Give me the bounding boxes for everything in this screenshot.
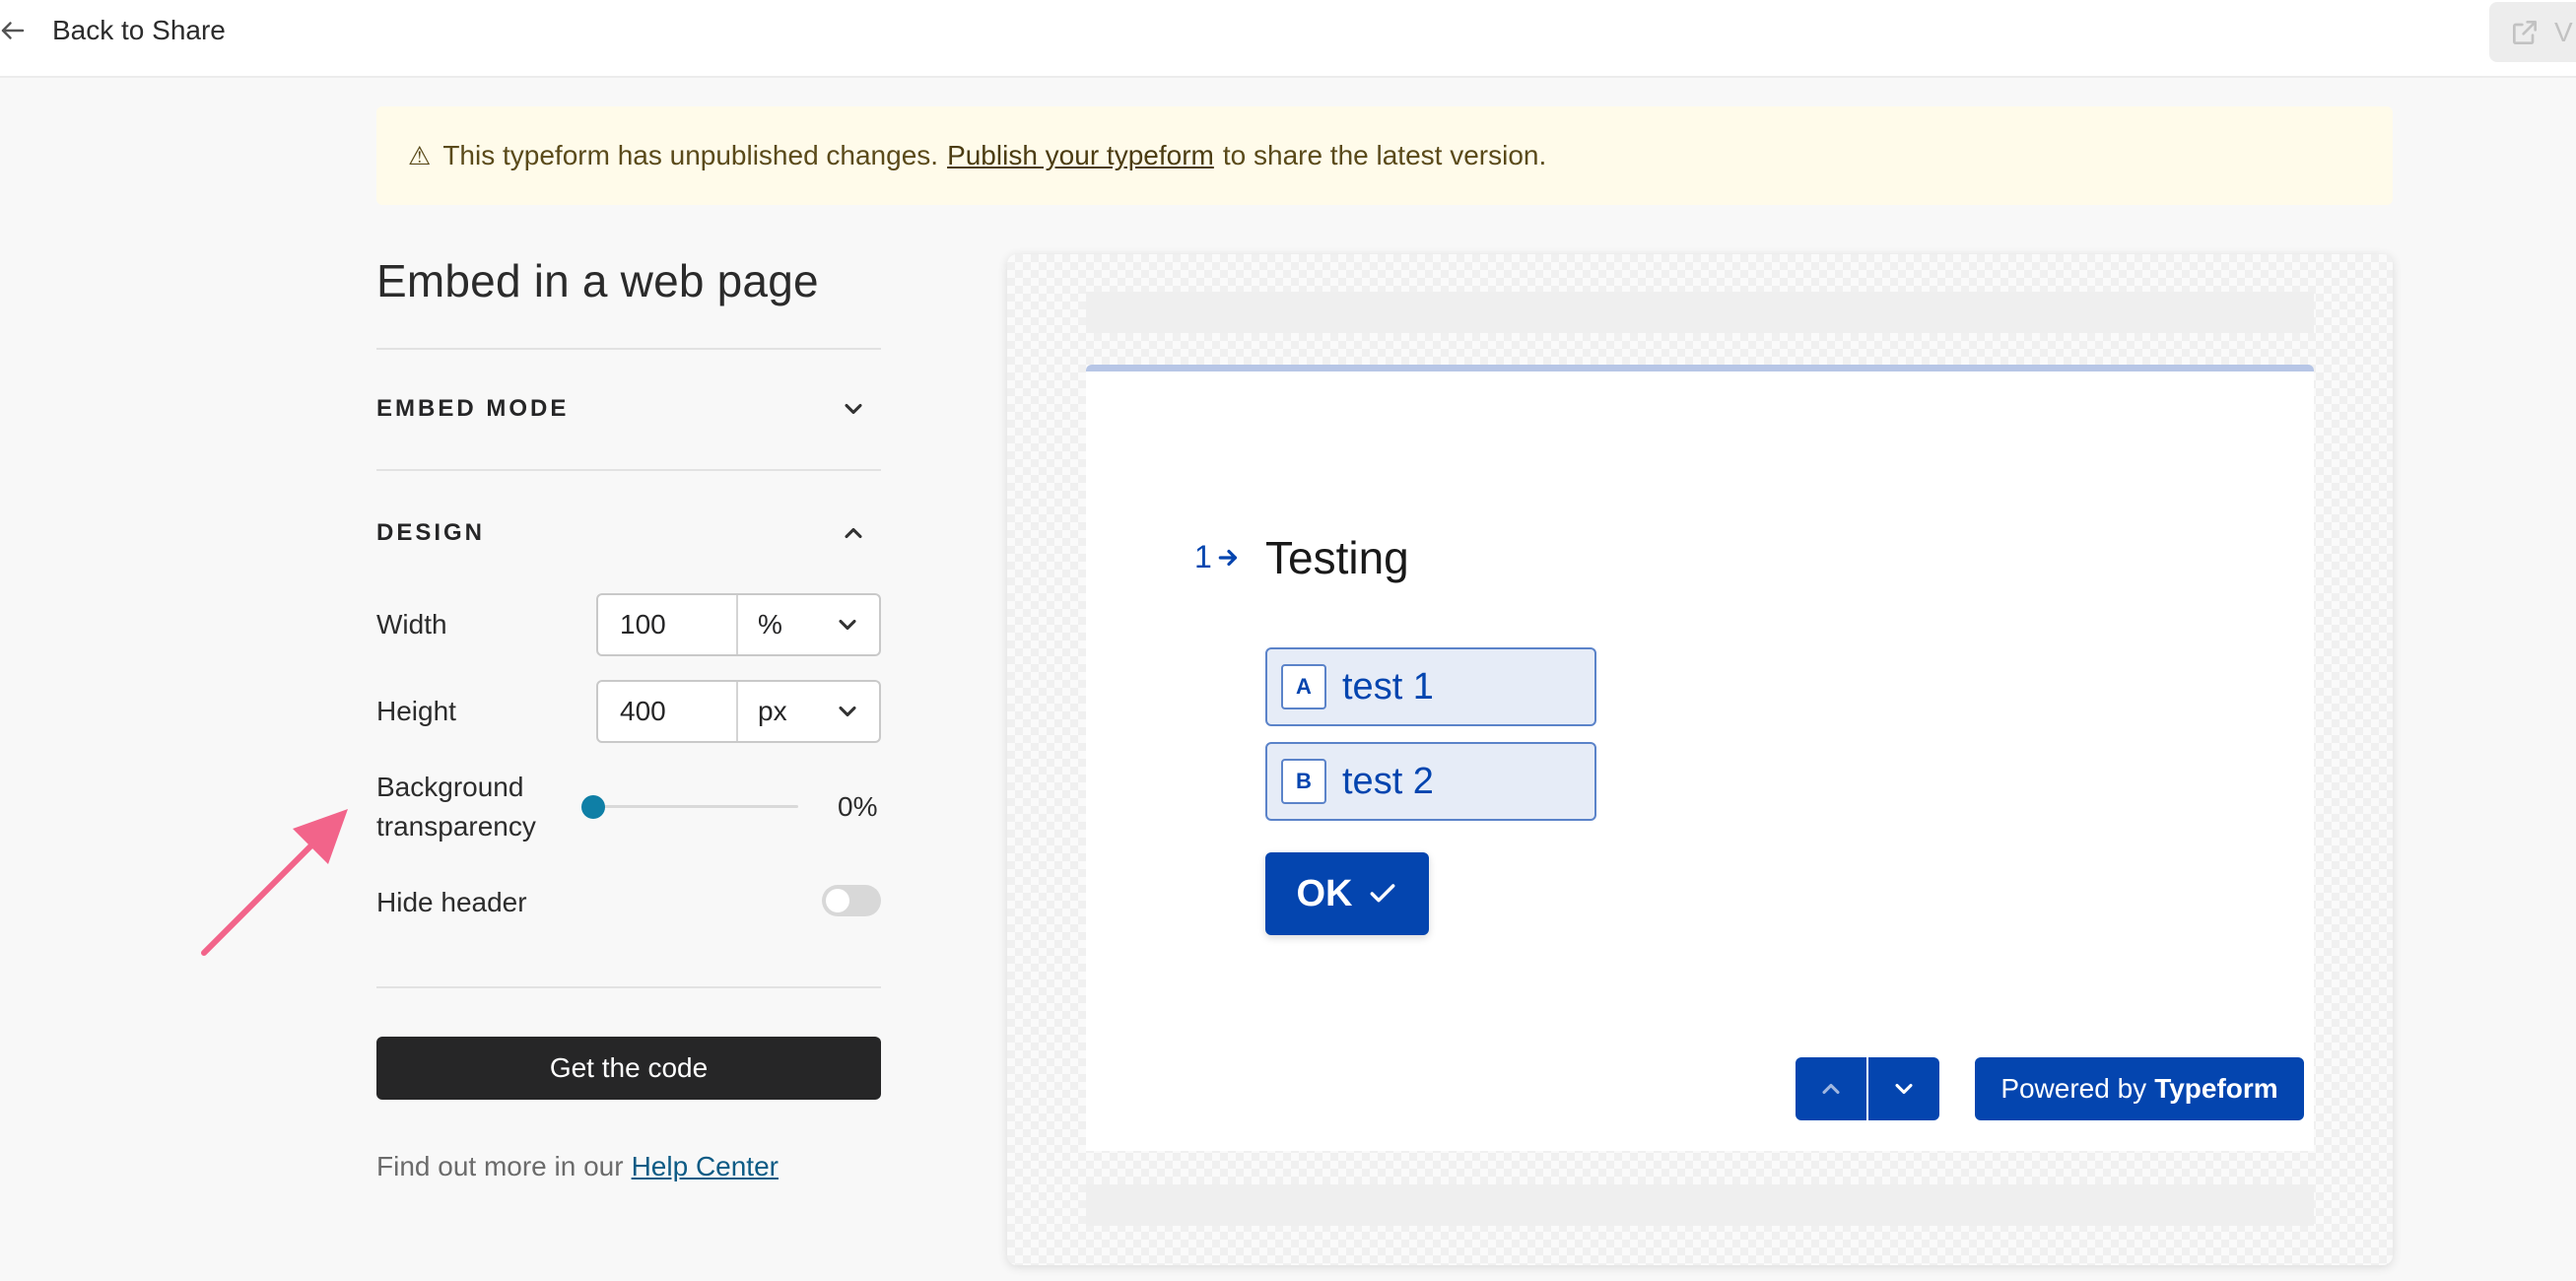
banner-text-before: This typeform has unpublished changes. (442, 140, 939, 170)
banner-text-after: to share the latest version. (1222, 140, 1547, 170)
chevron-up-icon (1822, 1083, 1840, 1095)
toggle-knob (826, 889, 849, 912)
help-text-prefix: Find out more in our (376, 1151, 624, 1181)
height-unit-select[interactable]: px (738, 682, 879, 741)
embed-mode-section-toggle[interactable]: EMBED MODE (376, 379, 881, 438)
chevron-down-icon (1895, 1083, 1913, 1095)
background-transparency-label-line2: transparency (376, 811, 536, 842)
divider (376, 469, 881, 471)
slider-thumb[interactable] (581, 795, 605, 819)
background-transparency-label-line1: Background (376, 772, 524, 802)
height-input[interactable] (598, 682, 738, 741)
choice-label: test 2 (1342, 760, 1434, 802)
arrow-left-icon (1, 22, 25, 39)
help-text: Find out more in our Help Center (376, 1151, 779, 1182)
ok-button-label: OK (1296, 872, 1353, 914)
question-navigation (1796, 1057, 1939, 1120)
back-to-share-link[interactable]: Back to Share (0, 10, 226, 51)
page-title: Embed in a web page (376, 255, 819, 306)
ok-button[interactable]: OK (1265, 852, 1429, 935)
warning-icon: ⚠ (408, 140, 432, 170)
get-the-code-button[interactable]: Get the code (376, 1037, 881, 1100)
preview-placeholder-top (1086, 292, 2314, 333)
chevron-down-icon (839, 619, 856, 631)
width-unit-value: % (758, 609, 782, 640)
external-link-icon (2513, 20, 2537, 44)
height-field: px (596, 680, 881, 743)
divider (376, 348, 881, 350)
choice-b[interactable]: B test 2 (1265, 742, 1596, 821)
hide-header-toggle[interactable] (822, 885, 881, 916)
embed-preview: 1 Testing A test 1 B test 2 OK Powered b… (1007, 254, 2393, 1265)
width-unit-select[interactable]: % (738, 595, 879, 654)
hide-header-label: Hide header (376, 887, 527, 917)
width-input[interactable] (598, 595, 738, 654)
slider-track (593, 805, 798, 808)
view-button[interactable]: V (2489, 2, 2576, 62)
check-icon (1370, 884, 1394, 903)
unpublished-changes-banner: ⚠ This typeform has unpublished changes.… (376, 106, 2393, 205)
preview-placeholder-bottom (1086, 1184, 2314, 1226)
width-field: % (596, 593, 881, 656)
chevron-down-icon (839, 706, 856, 717)
height-unit-value: px (758, 696, 787, 726)
publish-typeform-link[interactable]: Publish your typeform (947, 140, 1214, 171)
choice-key: B (1281, 759, 1326, 804)
choice-a[interactable]: A test 1 (1265, 647, 1596, 726)
height-label: Height (376, 696, 456, 726)
embed-mode-label: EMBED MODE (376, 395, 570, 422)
annotation-arrow-icon (201, 809, 348, 956)
design-section-toggle[interactable]: DESIGN (376, 504, 881, 563)
chevron-down-icon (845, 403, 862, 415)
back-to-share-label: Back to Share (52, 15, 226, 45)
powered-by-typeform-link[interactable]: Powered by Typeform (1975, 1057, 2304, 1120)
choice-label: test 1 (1342, 665, 1434, 708)
powered-by-brand: Typeform (2154, 1073, 2278, 1104)
question-number: 1 (1194, 539, 1242, 575)
question-number-value: 1 (1194, 539, 1212, 574)
question-title: Testing (1265, 532, 1409, 583)
top-bar: Back to Share V (0, 0, 2576, 78)
design-label: DESIGN (376, 519, 486, 546)
view-button-label: V (2554, 16, 2573, 47)
help-center-link[interactable]: Help Center (632, 1151, 779, 1181)
arrow-right-icon (1218, 549, 1237, 566)
powered-by-prefix: Powered by (2000, 1073, 2147, 1104)
background-transparency-slider[interactable] (579, 792, 798, 822)
previous-question-button[interactable] (1796, 1057, 1866, 1120)
width-label: Width (376, 609, 447, 640)
background-transparency-value: 0% (838, 791, 878, 822)
next-question-button[interactable] (1868, 1057, 1939, 1120)
choice-key: A (1281, 664, 1326, 709)
typeform-embed: 1 Testing A test 1 B test 2 OK Powered b… (1086, 365, 2314, 1151)
chevron-up-icon (845, 527, 862, 539)
divider (376, 986, 881, 988)
